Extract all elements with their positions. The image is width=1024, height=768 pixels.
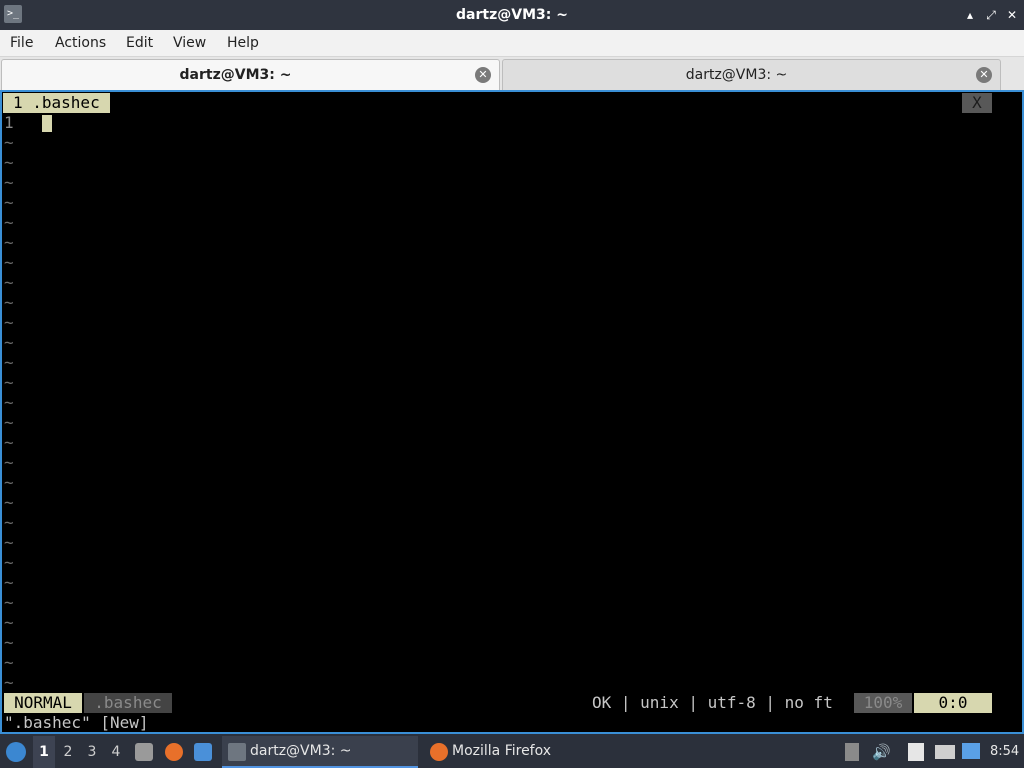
- taskbar-terminal-button[interactable]: dartz@VM3: ~: [222, 736, 418, 768]
- workspace-1[interactable]: 1: [33, 736, 55, 768]
- empty-line-tilde: ~: [4, 493, 14, 512]
- volume-icon[interactable]: 🔊: [872, 743, 891, 761]
- menu-help[interactable]: Help: [227, 30, 259, 56]
- tab-close-icon[interactable]: ✕: [475, 67, 491, 83]
- close-button[interactable]: ✕: [1004, 7, 1020, 23]
- file-manager-icon[interactable]: [135, 743, 153, 761]
- empty-line-tilde: ~: [4, 153, 14, 172]
- menu-view[interactable]: View: [173, 30, 206, 56]
- workspace-2[interactable]: 2: [57, 736, 79, 768]
- empty-line-tilde: ~: [4, 473, 14, 492]
- empty-line-tilde: ~: [4, 433, 14, 452]
- window-titlebar: >_ dartz@VM3: ~ ▴ ⤢ ✕: [0, 0, 1024, 30]
- empty-line-tilde: ~: [4, 513, 14, 532]
- minimize-button[interactable]: ▴: [962, 7, 978, 23]
- vim-file-info: OK | unix | utf-8 | no ft: [592, 693, 833, 712]
- empty-line-tilde: ~: [4, 133, 14, 152]
- empty-line-tilde: ~: [4, 533, 14, 552]
- vim-tab-active[interactable]: 1 .bashec: [3, 93, 110, 113]
- vim-buffer[interactable]: 1 ~ ~ ~ ~ ~ ~ ~ ~ ~ ~ ~ ~ ~ ~ ~ ~ ~ ~ ~ ~ ~ ~ ~ ~ ~ ~ ~ ~: [2, 113, 1022, 693]
- empty-line-tilde: ~: [4, 173, 14, 192]
- clipboard-icon[interactable]: [908, 743, 924, 761]
- clock[interactable]: 8:54: [990, 736, 1024, 768]
- empty-line-tilde: ~: [4, 593, 14, 612]
- empty-line-tilde: ~: [4, 213, 14, 232]
- tab-label: dartz@VM3: ~: [685, 67, 788, 83]
- empty-line-tilde: ~: [4, 613, 14, 632]
- vim-filename: .bashec: [84, 693, 172, 713]
- empty-line-tilde: ~: [4, 393, 14, 412]
- vim-tab-close-button[interactable]: X: [962, 93, 992, 113]
- updates-icon[interactable]: [845, 743, 859, 761]
- menu-file[interactable]: File: [10, 30, 33, 56]
- vim-statusline: NORMAL .bashec OK | unix | utf-8 | no ft…: [2, 693, 1022, 713]
- taskbar-firefox-label: Mozilla Firefox: [452, 743, 552, 759]
- terminal-view[interactable]: 1 .bashec X 1 ~ ~ ~ ~ ~ ~ ~ ~ ~ ~ ~ ~ ~ ~ ~ ~ ~ ~ ~ ~ ~ ~ ~ ~ ~ ~…: [0, 90, 1024, 734]
- vim-percent: 100%: [854, 693, 912, 713]
- empty-line-tilde: ~: [4, 633, 14, 652]
- empty-line-tilde: ~: [4, 373, 14, 392]
- empty-line-tilde: ~: [4, 253, 14, 272]
- empty-line-tilde: ~: [4, 673, 14, 692]
- tab-label: dartz@VM3: ~: [179, 67, 292, 83]
- vim-command-line: ".bashec" [New]: [4, 713, 149, 732]
- taskbar-terminal-label: dartz@VM3: ~: [250, 743, 352, 759]
- desktop-icon[interactable]: [194, 743, 212, 761]
- firefox-launcher-icon[interactable]: [165, 743, 183, 761]
- empty-line-tilde: ~: [4, 653, 14, 672]
- vim-cursor-position: 0:0: [914, 693, 992, 713]
- line-number: 1: [4, 113, 14, 132]
- network-icon[interactable]: [935, 745, 955, 759]
- tab-terminal-2[interactable]: dartz@VM3: ~ ✕: [502, 59, 1001, 90]
- empty-line-tilde: ~: [4, 453, 14, 472]
- empty-line-tilde: ~: [4, 353, 14, 372]
- workspace-3[interactable]: 3: [81, 736, 103, 768]
- empty-line-tilde: ~: [4, 293, 14, 312]
- workspace-4[interactable]: 4: [105, 736, 127, 768]
- buffer-line: 1: [2, 113, 1022, 133]
- window-title: dartz@VM3: ~: [456, 7, 568, 23]
- empty-line-tilde: ~: [4, 333, 14, 352]
- tab-terminal-1[interactable]: dartz@VM3: ~ ✕: [1, 59, 500, 90]
- empty-line-tilde: ~: [4, 573, 14, 592]
- maximize-button[interactable]: ⤢: [983, 7, 999, 23]
- vim-tabline: 1 .bashec X: [2, 93, 1022, 113]
- tab-bar: dartz@VM3: ~ ✕ dartz@VM3: ~ ✕: [0, 57, 1024, 90]
- empty-line-tilde: ~: [4, 233, 14, 252]
- empty-line-tilde: ~: [4, 313, 14, 332]
- empty-line-tilde: ~: [4, 553, 14, 572]
- notification-icon[interactable]: [962, 743, 980, 759]
- vim-mode-indicator: NORMAL: [4, 693, 82, 713]
- taskbar-firefox-button[interactable]: Mozilla Firefox: [424, 736, 594, 768]
- firefox-icon: [430, 743, 448, 761]
- empty-line-tilde: ~: [4, 413, 14, 432]
- terminal-icon: [228, 743, 246, 761]
- start-menu-icon[interactable]: [6, 742, 26, 762]
- tab-close-icon[interactable]: ✕: [976, 67, 992, 83]
- menu-bar: File Actions Edit View Help: [0, 30, 1024, 57]
- empty-line-tilde: ~: [4, 273, 14, 292]
- empty-line-tilde: ~: [4, 193, 14, 212]
- menu-actions[interactable]: Actions: [55, 30, 106, 56]
- menu-edit[interactable]: Edit: [126, 30, 153, 56]
- taskbar: 1 2 3 4 dartz@VM3: ~ Mozilla Firefox 🔊 8…: [0, 736, 1024, 768]
- cursor: [42, 115, 52, 132]
